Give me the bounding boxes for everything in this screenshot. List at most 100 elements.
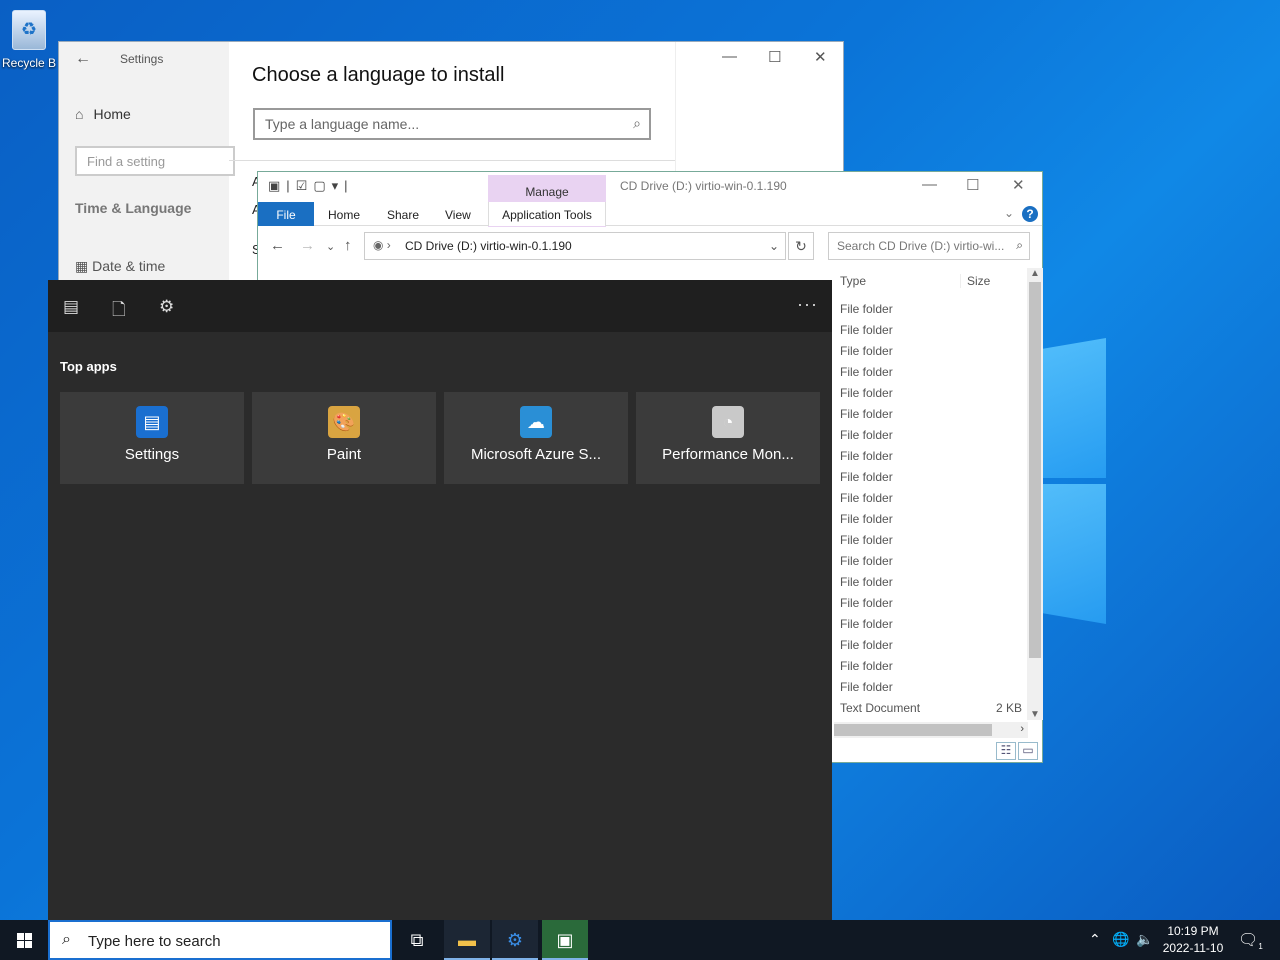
forward-arrow-icon[interactable]: →: [300, 237, 315, 254]
file-type-cell: Text Document: [840, 701, 921, 715]
file-explorer-taskbar-icon[interactable]: ▬: [444, 920, 490, 960]
sidebar-item-home[interactable]: ⌂ Home: [75, 106, 131, 122]
maximize-icon[interactable]: ☐: [768, 48, 781, 66]
ribbon-tabs: File Home Share View Application Tools ⌄…: [258, 202, 1042, 226]
manage-label: Manage: [525, 185, 569, 199]
file-row[interactable]: File folder: [834, 613, 1028, 634]
back-arrow-icon[interactable]: ←: [75, 50, 91, 68]
address-bar[interactable]: ◉ › CD Drive (D:) virtio-win-0.1.190 ⌄: [364, 232, 786, 260]
recent-locations-chevron-icon[interactable]: ⌄: [326, 240, 335, 253]
file-row[interactable]: File folder: [834, 634, 1028, 655]
large-icons-view-icon[interactable]: ▭: [1018, 742, 1038, 760]
action-center-icon[interactable]: 🗨1: [1238, 930, 1263, 951]
column-header-size[interactable]: Size: [960, 274, 990, 288]
chevron-down-icon[interactable]: ⌄: [1004, 206, 1014, 220]
file-row[interactable]: File folder: [834, 403, 1028, 424]
settings-filter-icon[interactable]: ⚙: [159, 297, 174, 317]
scroll-down-icon[interactable]: ▼: [1030, 709, 1040, 720]
scrollbar-thumb[interactable]: [1029, 282, 1041, 658]
app-taskbar-icon[interactable]: ▣: [542, 920, 588, 960]
home-label: Home: [93, 106, 131, 122]
volume-muted-icon[interactable]: 🔈: [1136, 931, 1153, 948]
app-tile[interactable]: ☁ Microsoft Azure S...: [444, 392, 628, 484]
language-search-input[interactable]: Type a language name... ⌕: [253, 108, 651, 140]
maximize-icon[interactable]: ☐: [966, 176, 979, 194]
network-globe-icon[interactable]: 🌐: [1112, 931, 1129, 948]
column-header-type[interactable]: Type: [840, 274, 866, 288]
file-row[interactable]: Text Document 2 KB: [834, 697, 1028, 718]
file-type-cell: File folder: [840, 617, 893, 631]
file-type-cell: File folder: [840, 365, 893, 379]
close-icon[interactable]: ✕: [814, 48, 827, 66]
file-row[interactable]: File folder: [834, 298, 1028, 319]
file-row[interactable]: File folder: [834, 424, 1028, 445]
scroll-right-icon[interactable]: ›: [1020, 723, 1024, 735]
taskbar-search-box[interactable]: ⌕ Type here to search: [48, 920, 392, 960]
file-row[interactable]: File folder: [834, 487, 1028, 508]
file-type-cell: File folder: [840, 680, 893, 694]
section-title: Top apps: [60, 359, 117, 374]
show-hidden-icons-chevron-icon[interactable]: ⌃: [1089, 931, 1101, 948]
settings-taskbar-icon[interactable]: ⚙: [492, 920, 538, 960]
clock-date: 2022-11-10: [1162, 941, 1224, 955]
app-tile[interactable]: ▤ Settings: [60, 392, 244, 484]
documents-filter-icon[interactable]: 🗋: [112, 297, 126, 326]
tab-view[interactable]: View: [445, 208, 471, 222]
tab-application-tools[interactable]: Application Tools: [488, 202, 606, 226]
find-setting-input[interactable]: Find a setting: [75, 146, 235, 176]
app-tile-label: Paint: [326, 446, 362, 463]
file-row[interactable]: File folder: [834, 361, 1028, 382]
back-arrow-icon[interactable]: ←: [270, 237, 285, 254]
file-type-cell: File folder: [840, 344, 893, 358]
minimize-icon[interactable]: —: [722, 48, 737, 65]
more-options-icon[interactable]: ···: [797, 294, 818, 315]
file-size-cell: 2 KB: [995, 701, 1022, 715]
tab-share[interactable]: Share: [387, 208, 419, 222]
file-row[interactable]: File folder: [834, 508, 1028, 529]
file-row[interactable]: File folder: [834, 571, 1028, 592]
quick-access-toolbar[interactable]: ▣|☑▢▾|: [268, 178, 354, 194]
file-type-cell: File folder: [840, 638, 893, 652]
file-row[interactable]: File folder: [834, 676, 1028, 697]
file-type-cell: File folder: [840, 512, 893, 526]
tab-home[interactable]: Home: [328, 208, 360, 222]
minimize-icon[interactable]: —: [922, 176, 937, 193]
windows-start-icon: [17, 933, 24, 940]
apps-filter-icon[interactable]: ▤: [63, 297, 79, 317]
chevron-down-icon[interactable]: ⌄: [769, 239, 779, 253]
calendar-icon: ▦: [75, 258, 89, 274]
recycle-bin-label: Recycle B: [1, 56, 57, 70]
help-icon[interactable]: ?: [1022, 206, 1038, 222]
app-tile[interactable]: ◔ Performance Mon...: [636, 392, 820, 484]
up-arrow-icon[interactable]: ↑: [344, 237, 352, 254]
refresh-button[interactable]: ↻: [788, 232, 814, 260]
explorer-title: CD Drive (D:) virtio-win-0.1.190: [620, 179, 787, 193]
file-type-cell: File folder: [840, 407, 893, 421]
start-button[interactable]: [0, 920, 48, 960]
view-switcher: ☷ ▭: [994, 742, 1038, 760]
close-icon[interactable]: ✕: [1012, 176, 1025, 194]
task-view-icon[interactable]: ⧉: [394, 920, 440, 960]
system-clock[interactable]: 10:19 PM 2022-11-10: [1158, 923, 1228, 957]
file-row[interactable]: File folder: [834, 529, 1028, 550]
performance-gauge-icon: ◔: [712, 406, 744, 438]
horizontal-scrollbar[interactable]: ›: [834, 722, 1028, 738]
file-row[interactable]: File folder: [834, 382, 1028, 403]
file-row[interactable]: File folder: [834, 550, 1028, 571]
file-row[interactable]: File folder: [834, 592, 1028, 613]
vertical-scrollbar[interactable]: ▲ ▼: [1027, 268, 1043, 720]
recycle-bin-shortcut[interactable]: Recycle B: [0, 6, 58, 78]
file-row[interactable]: File folder: [834, 466, 1028, 487]
tab-file[interactable]: File: [258, 202, 314, 226]
scrollbar-thumb[interactable]: [834, 724, 992, 736]
sidebar-item-date-time[interactable]: ▦ Date & time: [75, 258, 165, 275]
taskbar-search-placeholder: Type here to search: [88, 933, 221, 950]
file-row[interactable]: File folder: [834, 319, 1028, 340]
file-row[interactable]: File folder: [834, 445, 1028, 466]
explorer-search-input[interactable]: Search CD Drive (D:) virtio-wi... ⌕: [828, 232, 1030, 260]
scroll-up-icon[interactable]: ▲: [1030, 268, 1040, 279]
details-view-icon[interactable]: ☷: [996, 742, 1016, 760]
file-row[interactable]: File folder: [834, 340, 1028, 361]
app-tile[interactable]: 🎨 Paint: [252, 392, 436, 484]
file-row[interactable]: File folder: [834, 655, 1028, 676]
